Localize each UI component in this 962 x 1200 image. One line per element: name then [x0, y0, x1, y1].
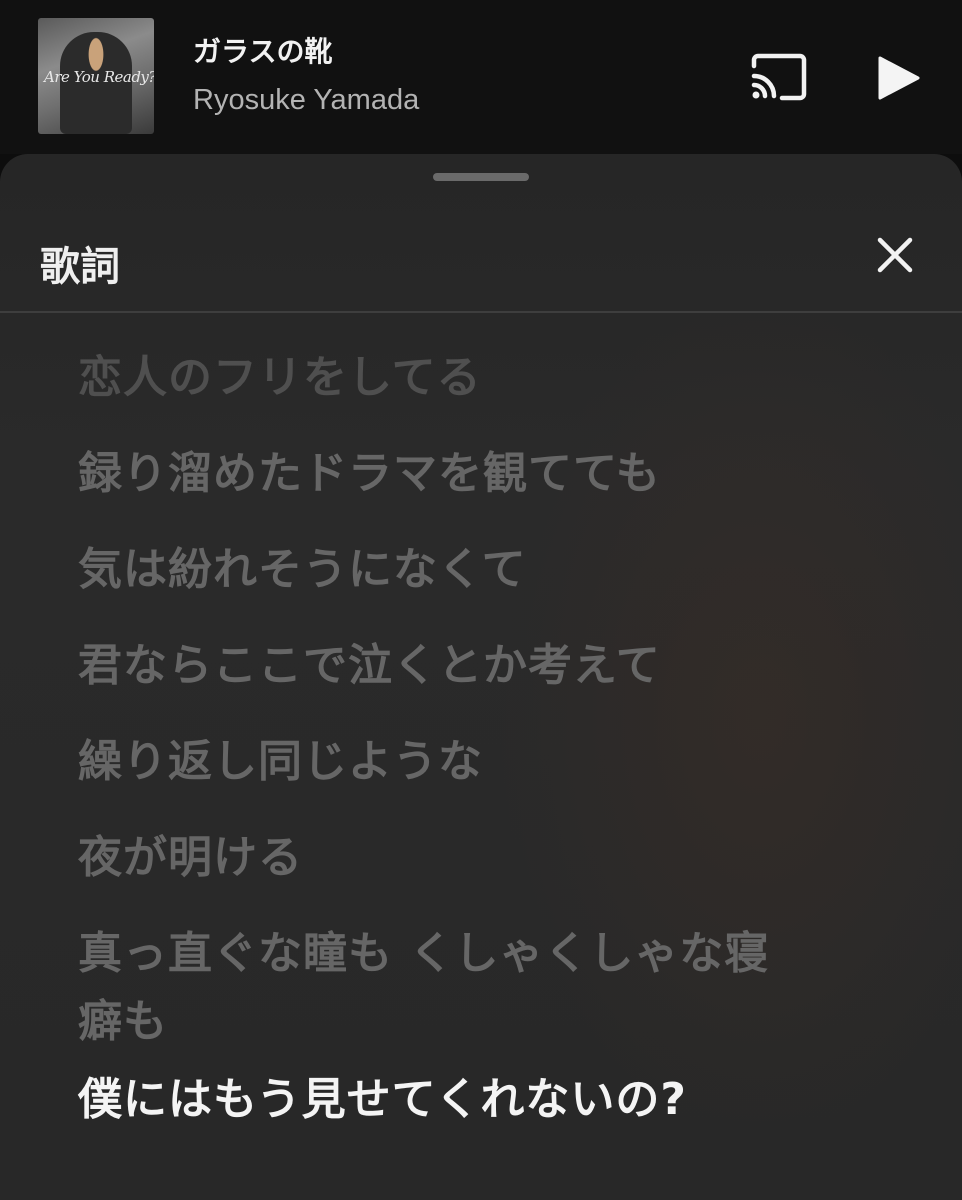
close-icon — [877, 237, 913, 273]
lyric-line[interactable]: 夜が明ける — [78, 824, 798, 892]
lyric-line[interactable]: 繰り返し同じような — [78, 728, 798, 796]
lyrics-title: 歌詞 — [40, 244, 120, 290]
album-art[interactable]: Are You Ready? — [38, 18, 154, 134]
play-icon — [878, 56, 920, 100]
lyrics-list[interactable]: 恋人のフリをしてる 録り溜めたドラマを観てても 気は紛れそうになくて 君ならここ… — [78, 344, 798, 1162]
sheet-drag-handle[interactable] — [433, 173, 529, 181]
cast-button[interactable] — [748, 52, 810, 102]
lyrics-sheet: 歌詞 恋人のフリをしてる 録り溜めたドラマを観てても 気は紛れそうになくて 君な… — [0, 154, 962, 1200]
lyric-line-current[interactable]: 僕にはもう見せてくれないの? — [78, 1066, 798, 1134]
mini-player[interactable]: Are You Ready? ガラスの靴 Ryosuke Yamada — [0, 0, 962, 154]
lyric-line[interactable]: 君ならここで泣くとか考えて — [78, 632, 798, 700]
song-artist: Ryosuke Yamada — [193, 84, 420, 116]
cast-icon — [751, 53, 807, 101]
lyric-line[interactable]: 真っ直ぐな瞳も くしゃくしゃな寝癖も — [78, 920, 798, 1056]
lyric-line[interactable]: 気は紛れそうになくて — [78, 536, 798, 604]
header-divider — [0, 311, 962, 313]
play-button[interactable] — [872, 52, 924, 104]
lyric-line[interactable]: 恋人のフリをしてる — [78, 344, 798, 412]
close-button[interactable] — [874, 234, 916, 276]
album-art-text: Are You Ready? — [44, 68, 154, 86]
music-app-screen: Are You Ready? ガラスの靴 Ryosuke Yamada 歌詞 恋… — [0, 0, 962, 1200]
song-title: ガラスの靴 — [193, 35, 333, 68]
lyric-line[interactable]: 録り溜めたドラマを観てても — [78, 440, 798, 508]
